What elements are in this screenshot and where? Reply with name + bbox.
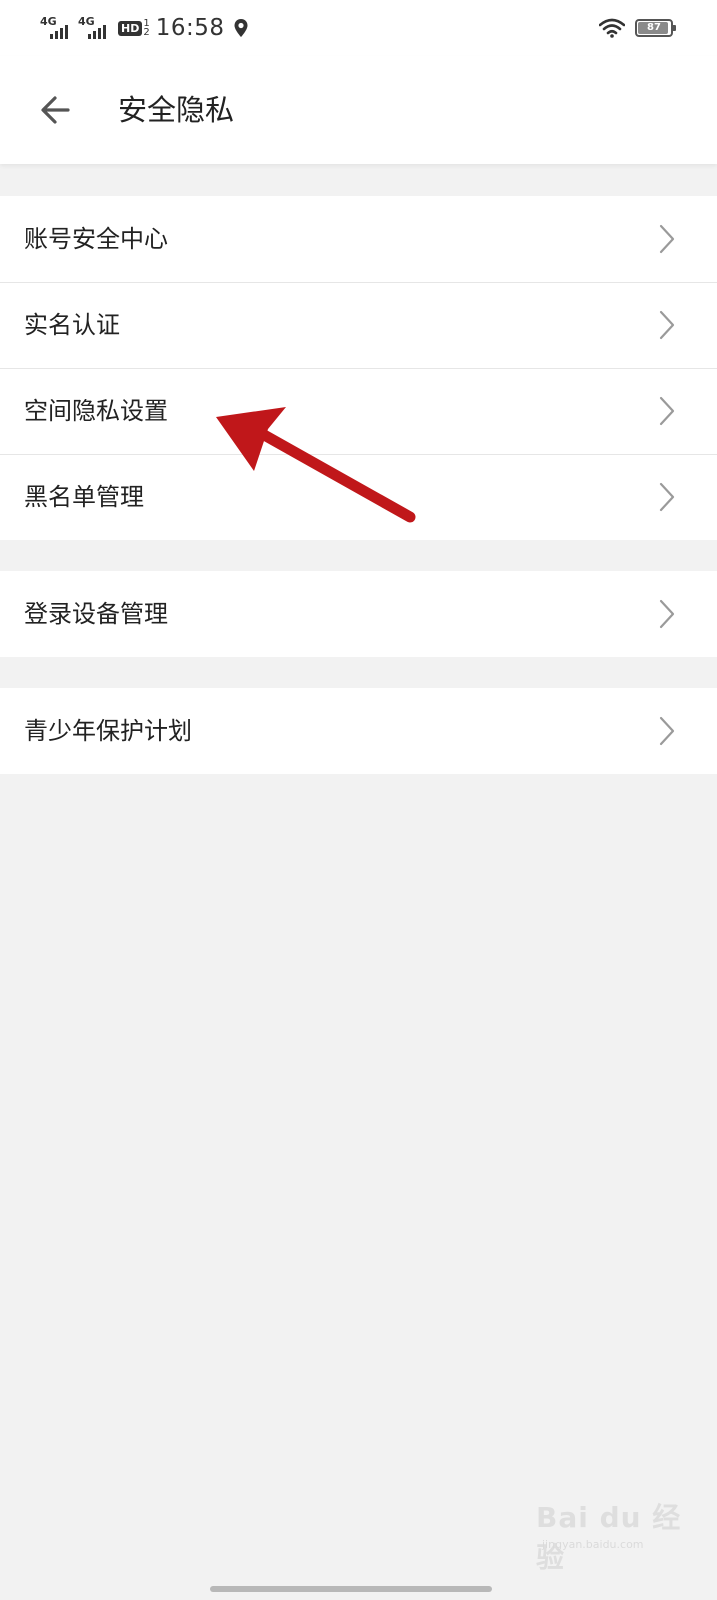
settings-group-youth: 青少年保护计划	[0, 688, 717, 774]
wifi-icon	[599, 18, 625, 38]
watermark-logo: Bai du 经验	[536, 1501, 682, 1574]
settings-item-login-device-management[interactable]: 登录设备管理	[0, 571, 717, 657]
chevron-right-icon	[659, 396, 675, 426]
settings-item-label: 青少年保护计划	[24, 717, 192, 745]
annotation-arrow-icon	[216, 407, 416, 523]
home-indicator[interactable]	[210, 1586, 492, 1592]
chevron-right-icon	[659, 224, 675, 254]
location-pin-icon	[234, 19, 248, 37]
chevron-right-icon	[659, 310, 675, 340]
settings-item-label: 黑名单管理	[24, 483, 144, 511]
battery-icon: 87	[635, 19, 676, 37]
settings-item-label: 空间隐私设置	[24, 397, 168, 425]
app-header: 安全隐私	[0, 56, 717, 164]
settings-item-label: 登录设备管理	[24, 600, 168, 628]
settings-item-label: 实名认证	[24, 311, 120, 339]
watermark: Bai du 经验 jingyan.baidu.com	[536, 1488, 706, 1574]
battery-level: 87	[647, 22, 661, 33]
hd-label: HD	[118, 20, 143, 36]
settings-item-label: 账号安全中心	[24, 225, 168, 253]
status-time: 16:58	[155, 15, 225, 41]
hd-sub-bottom: 2	[143, 27, 150, 38]
status-bar: 4G 4G HD 1 2 16:58 87	[0, 0, 717, 56]
status-bar-right: 87	[599, 14, 676, 42]
page-title: 安全隐私	[118, 93, 235, 127]
settings-group-devices: 登录设备管理	[0, 571, 717, 657]
sim1-signal-icon: 4G	[40, 15, 74, 41]
chevron-right-icon	[659, 482, 675, 512]
settings-item-youth-protection-plan[interactable]: 青少年保护计划	[0, 688, 717, 774]
chevron-right-icon	[659, 599, 675, 629]
hd-voice-icon: HD 1 2	[118, 19, 150, 38]
settings-item-account-security-center[interactable]: 账号安全中心	[0, 196, 717, 282]
chevron-right-icon	[659, 716, 675, 746]
arrow-left-icon[interactable]	[36, 90, 76, 130]
watermark-sub: jingyan.baidu.com	[542, 1538, 644, 1551]
settings-item-real-name-verification[interactable]: 实名认证	[0, 282, 717, 368]
status-bar-left: 4G 4G HD 1 2 16:58	[40, 10, 249, 46]
sim2-signal-icon: 4G	[78, 15, 112, 41]
